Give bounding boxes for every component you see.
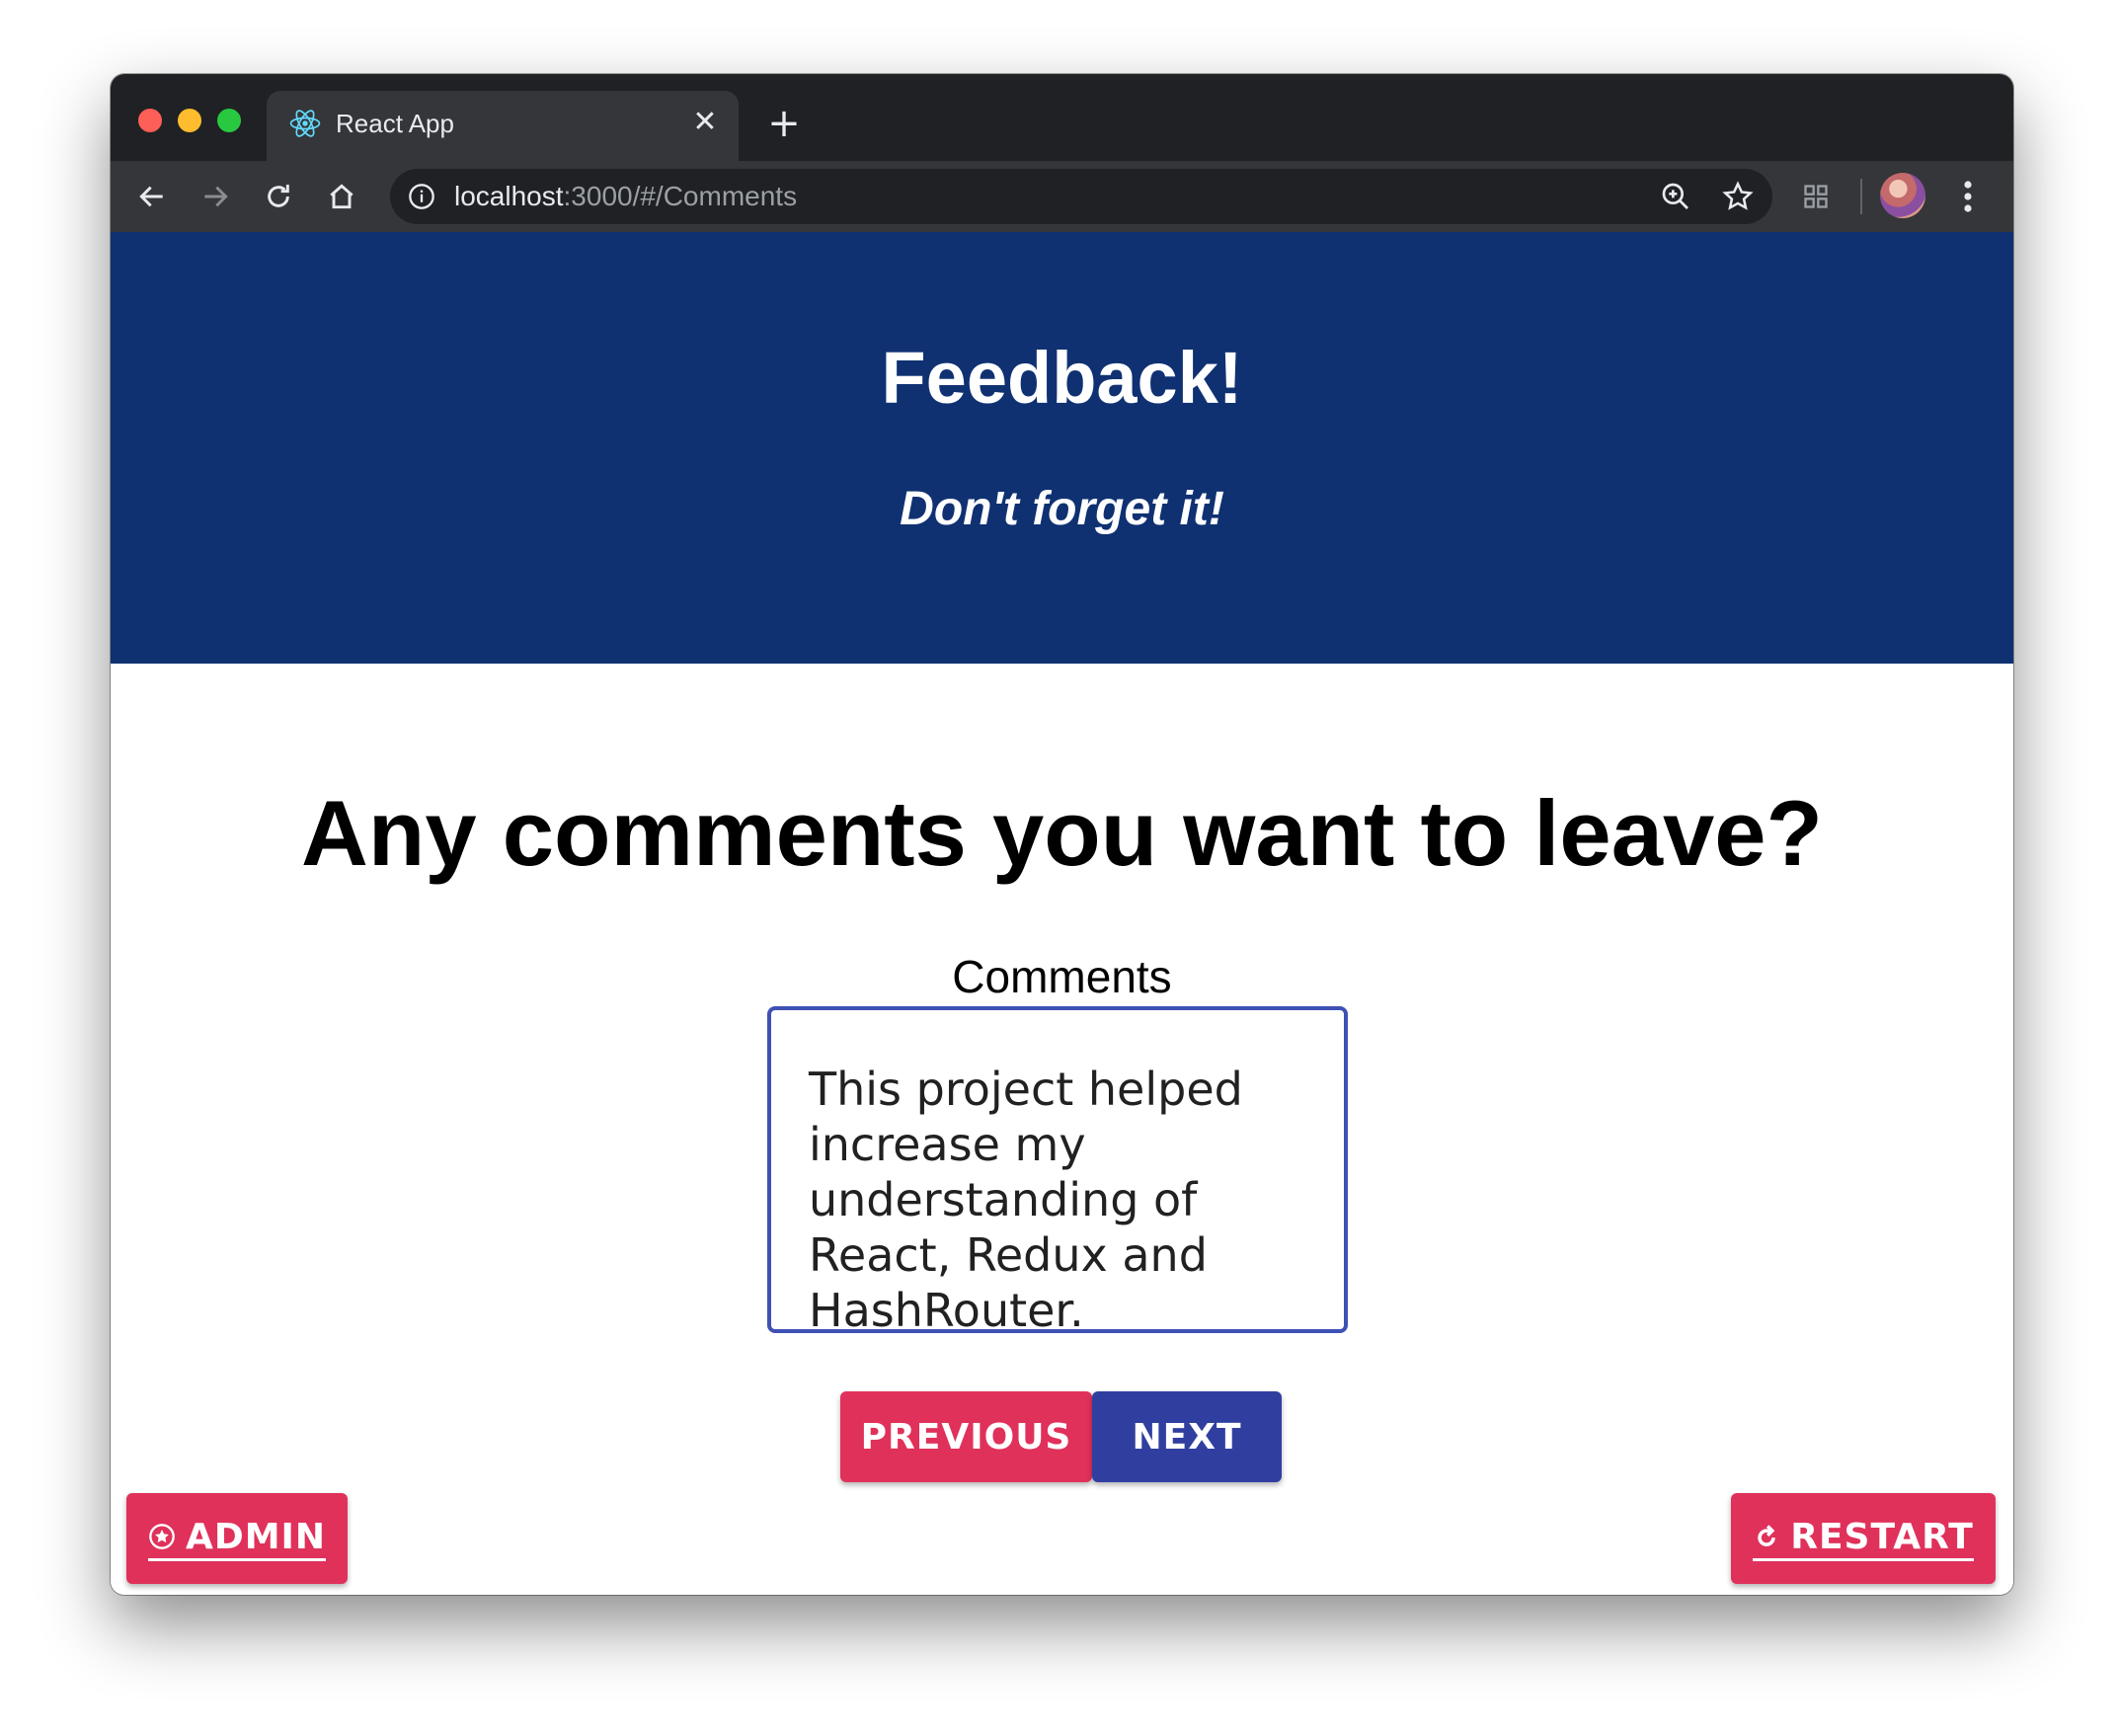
restart-button[interactable]: RESTART <box>1731 1493 1996 1584</box>
arrow-left-icon[interactable] <box>128 173 176 220</box>
header-banner: Feedback! Don't forget it! <box>111 232 2013 664</box>
react-logo-icon <box>289 110 321 137</box>
browser-toolbar: localhost:3000/#/Comments <box>111 161 2013 232</box>
page-subtitle: Don't forget it! <box>900 483 1224 535</box>
page-title: Feedback! <box>881 337 1243 419</box>
restart-icon <box>1758 1525 1775 1546</box>
browser-tab[interactable]: React App ✕ <box>267 91 739 161</box>
plus-icon[interactable]: + <box>762 104 806 147</box>
window-maximize-button[interactable] <box>217 109 241 132</box>
window-minimize-button[interactable] <box>178 109 201 132</box>
page-content: Feedback! Don't forget it! Any comments … <box>111 232 2013 1595</box>
close-icon[interactable]: ✕ <box>685 103 725 142</box>
info-icon[interactable] <box>408 183 435 210</box>
toolbar-divider <box>1860 179 1862 214</box>
next-button[interactable]: NEXT <box>1092 1391 1282 1482</box>
star-icon[interactable] <box>1721 180 1755 213</box>
admin-link: ADMIN <box>147 1516 327 1561</box>
reload-icon[interactable] <box>255 173 302 220</box>
previous-button[interactable]: PREVIOUS <box>840 1391 1092 1482</box>
window-close-button[interactable] <box>138 109 162 132</box>
arrow-right-icon[interactable] <box>192 173 239 220</box>
zoom-icon[interactable] <box>1660 181 1691 212</box>
kebab-menu-icon[interactable] <box>1953 179 1983 214</box>
avatar[interactable] <box>1880 173 1925 218</box>
address-bar[interactable]: localhost:3000/#/Comments <box>390 169 1772 224</box>
browser-window: React App ✕ + localhost:3000/#/Comments <box>111 74 2013 1595</box>
question-heading: Any comments you want to leave? <box>301 781 1823 885</box>
tab-title: React App <box>336 109 454 138</box>
url-path: :3000/#/Comments <box>563 181 798 211</box>
comments-label: Comments <box>952 951 1172 1002</box>
admin-star-icon <box>149 1524 175 1549</box>
home-icon[interactable] <box>318 173 365 220</box>
restart-link: RESTART <box>1753 1517 1974 1561</box>
tab-strip: React App ✕ + <box>111 74 2013 161</box>
admin-label: ADMIN <box>185 1516 327 1557</box>
restart-label: RESTART <box>1790 1516 1974 1557</box>
url-host: localhost <box>454 181 564 211</box>
comments-field[interactable]: This project helped increase my understa… <box>767 1006 1348 1333</box>
grid-icon[interactable] <box>1802 183 1830 210</box>
admin-button[interactable]: ADMIN <box>126 1493 348 1584</box>
url-text[interactable]: localhost:3000/#/Comments <box>454 181 797 212</box>
